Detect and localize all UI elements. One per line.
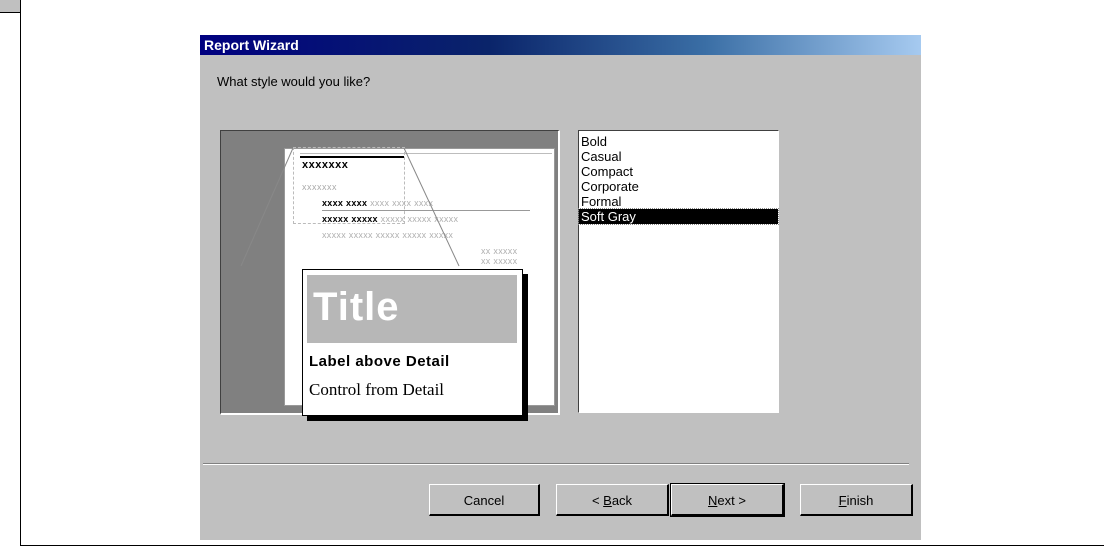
style-option-casual[interactable]: Casual [579,149,778,164]
cancel-button[interactable]: Cancel [429,484,540,516]
report-wizard-dialog: Report Wizard What style would you like?… [200,35,921,540]
cancel-label: Cancel [463,493,505,508]
style-preview: xxxxxxx xxxxxxx xxxx xxxx xxxx xxxx xxxx… [220,130,560,416]
style-option-compact[interactable]: Compact [579,164,778,179]
dialog-title: Report Wizard [204,37,299,53]
window-corner [0,0,21,13]
finish-button[interactable]: Finish [800,484,913,516]
next-mnemonic: N [708,493,718,508]
title-bar[interactable]: Report Wizard [200,35,921,55]
finish-rest: inish [846,493,874,508]
back-button[interactable]: < Back [556,484,669,516]
style-listbox[interactable]: Bold Casual Compact Corporate Formal Soft Gra… [578,130,779,413]
next-rest: ext > [717,493,746,508]
button-divider [203,463,909,465]
callout-leader-lines [240,147,460,267]
style-prompt: What style would you like? [217,74,371,89]
style-option-soft-gray[interactable]: Soft Gray [578,208,779,225]
next-button[interactable]: Next > [670,483,785,517]
back-rest: ack [611,493,633,508]
style-option-formal[interactable]: Formal [579,194,778,209]
back-prefix: < [591,493,604,508]
back-mnemonic: B [603,493,612,508]
style-option-corporate[interactable]: Corporate [579,179,778,194]
style-option-bold[interactable]: Bold [579,134,778,149]
finish-mnemonic: F [838,493,847,508]
